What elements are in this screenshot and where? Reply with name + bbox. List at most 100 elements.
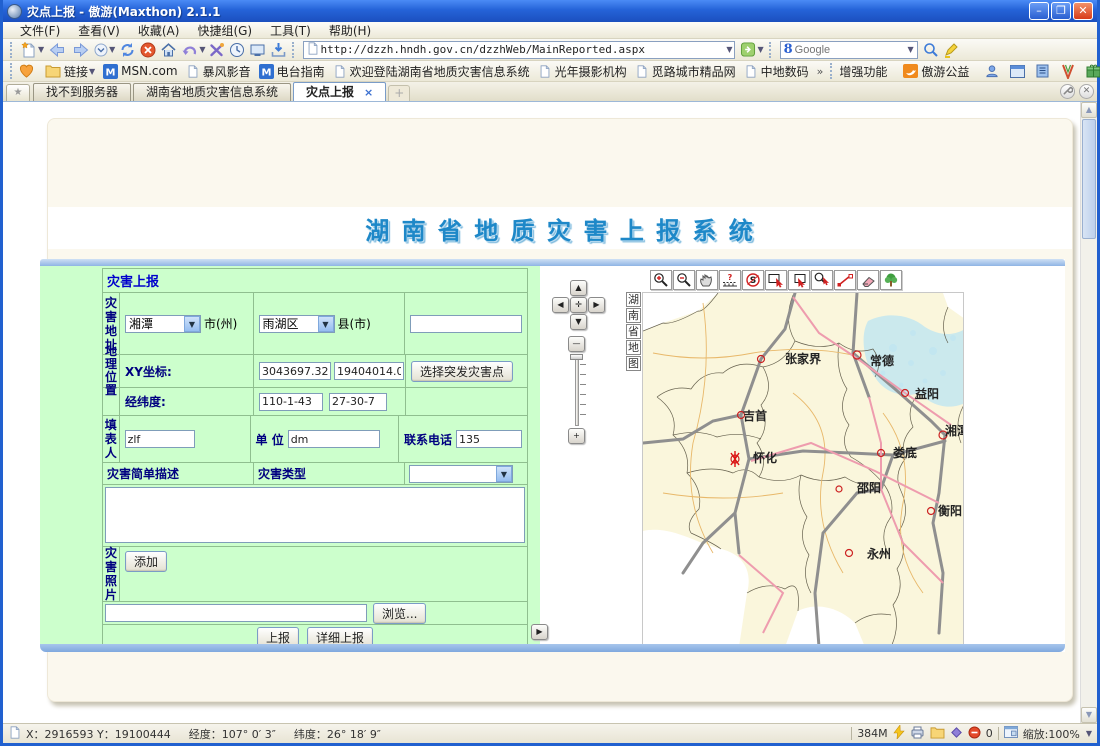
menu-item-4[interactable]: 工具(T) xyxy=(261,22,320,39)
link-item-5[interactable]: 觅路城市精品网 xyxy=(635,63,736,80)
zoom-slider-thumb[interactable] xyxy=(570,354,583,360)
printer-icon[interactable] xyxy=(910,726,925,742)
link-item-0[interactable]: MMSN.com xyxy=(103,64,177,79)
scroll-up-icon[interactable]: ▲ xyxy=(1081,102,1097,118)
y-coordinate-input[interactable] xyxy=(334,362,404,380)
address-detail-input[interactable] xyxy=(410,315,522,333)
go-button[interactable]: ▼ xyxy=(738,40,765,60)
minimize-button[interactable]: – xyxy=(1029,2,1049,20)
link-item-3[interactable]: 欢迎登陆湖南省地质灾害信息系统 xyxy=(333,63,530,80)
photo-file-input[interactable] xyxy=(105,604,367,622)
tab-tools-button[interactable] xyxy=(1060,84,1075,99)
add-photo-button[interactable]: 添加 xyxy=(125,551,167,572)
user-plugin-icon[interactable] xyxy=(985,64,1002,79)
enhance-features-button[interactable]: 增强功能 xyxy=(839,63,887,80)
scrollbar-thumb[interactable] xyxy=(1082,119,1096,239)
map-zoom-out-button[interactable] xyxy=(673,270,695,290)
adblock-icon[interactable] xyxy=(950,726,963,742)
new-tab-button[interactable]: + xyxy=(388,85,410,101)
map-clear-selection-button[interactable]: S xyxy=(742,270,764,290)
tab-1[interactable]: 湖南省地质灾害信息系统 xyxy=(133,83,291,101)
favorites-tab-button[interactable]: ★ xyxy=(6,84,30,101)
map-select-rect-button[interactable] xyxy=(765,270,787,290)
ad-filter-button[interactable] xyxy=(207,40,227,60)
browse-button[interactable]: 浏览... xyxy=(373,603,426,624)
pan-up-button[interactable]: ▲ xyxy=(570,280,587,296)
maximize-button[interactable]: ❐ xyxy=(1051,2,1071,20)
map-zoom-in-button[interactable] xyxy=(650,270,672,290)
reporter-name-input[interactable] xyxy=(125,430,195,448)
window-mode-icon[interactable] xyxy=(1004,726,1018,741)
menu-item-1[interactable]: 查看(V) xyxy=(69,22,129,39)
disaster-type-select[interactable]: ▼ xyxy=(409,465,513,483)
collapse-form-button[interactable]: ▶ xyxy=(531,624,548,640)
menu-item-2[interactable]: 收藏(A) xyxy=(129,22,189,39)
link-item-4[interactable]: 光年摄影机构 xyxy=(538,63,627,80)
address-input[interactable] xyxy=(320,43,725,56)
home-button[interactable] xyxy=(158,40,179,60)
zoom-in-step-button[interactable]: + xyxy=(568,428,585,444)
highlight-button[interactable] xyxy=(941,40,961,60)
unit-input[interactable] xyxy=(288,430,380,448)
city-select[interactable]: 湘潭▼ xyxy=(125,315,201,333)
map-measure-button[interactable]: ? xyxy=(719,270,741,290)
zoom-dropdown-icon[interactable]: ▼ xyxy=(1086,729,1092,738)
tab-2[interactable]: 灾点上报× xyxy=(293,82,386,101)
map-canvas[interactable]: 张家界常德益阳湘潭吉首娄底怀化邵阳衡阳永州 xyxy=(642,292,964,646)
map-layers-button[interactable] xyxy=(880,270,902,290)
forward-button[interactable] xyxy=(69,40,92,60)
address-dropdown-icon[interactable]: ▼ xyxy=(726,45,732,54)
zoom-out-step-button[interactable]: — xyxy=(568,336,585,352)
favorites-heart-button[interactable] xyxy=(19,64,37,78)
pick-disaster-point-button[interactable]: 选择突发灾害点 xyxy=(411,361,513,382)
links-folder-button[interactable]: 链接▼ xyxy=(45,63,95,80)
map-identify-button[interactable] xyxy=(811,270,833,290)
description-textarea[interactable] xyxy=(105,487,525,543)
scroll-down-icon[interactable]: ▼ xyxy=(1081,707,1097,723)
link-item-2[interactable]: M电台指南 xyxy=(259,63,325,80)
link-item-1[interactable]: 暴风影音 xyxy=(186,63,251,80)
x-coordinate-input[interactable] xyxy=(259,362,331,380)
pan-center-button[interactable]: ✛ xyxy=(570,297,587,313)
tab-0[interactable]: 找不到服务器 xyxy=(33,83,131,101)
back-button[interactable] xyxy=(46,40,69,60)
phone-input[interactable] xyxy=(456,430,522,448)
pan-right-button[interactable]: ▶ xyxy=(588,297,605,313)
more-dropdown-button[interactable]: ▼ xyxy=(92,40,117,60)
map-pan-button[interactable] xyxy=(696,270,718,290)
undo-button[interactable]: ▼ xyxy=(179,40,207,60)
screen-capture-button[interactable] xyxy=(247,40,268,60)
gift-plugin-icon[interactable] xyxy=(1086,64,1100,78)
search-input[interactable] xyxy=(795,44,907,56)
map-draw-line-button[interactable] xyxy=(834,270,856,290)
refresh-button[interactable] xyxy=(117,40,138,60)
tab-close-icon[interactable]: × xyxy=(364,84,373,101)
county-select[interactable]: 雨湖区▼ xyxy=(259,315,335,333)
search-bar[interactable]: 8 ▼ xyxy=(780,41,918,59)
stop-button[interactable] xyxy=(138,40,158,60)
zoom-slider-track[interactable] xyxy=(575,354,579,426)
pan-left-button[interactable]: ◀ xyxy=(552,297,569,313)
map-eraser-button[interactable] xyxy=(857,270,879,290)
zoom-label[interactable]: 缩放:100% xyxy=(1023,726,1080,742)
search-button[interactable] xyxy=(921,40,941,60)
folder-icon[interactable] xyxy=(930,726,945,742)
search-dropdown-icon[interactable]: ▼ xyxy=(907,45,913,54)
history-button[interactable] xyxy=(227,40,247,60)
blocked-popup-icon[interactable] xyxy=(968,726,981,742)
map-unselect-rect-button[interactable] xyxy=(788,270,810,290)
notes-plugin-icon[interactable] xyxy=(1036,64,1053,78)
search-engine-icon[interactable]: 8 xyxy=(784,42,793,57)
links-overflow-button[interactable]: » xyxy=(817,65,824,78)
latitude-input[interactable] xyxy=(329,393,387,411)
menu-item-3[interactable]: 快捷组(G) xyxy=(188,22,261,39)
download-button[interactable] xyxy=(268,40,289,60)
boost-icon[interactable] xyxy=(893,725,905,742)
longitude-input[interactable] xyxy=(259,393,323,411)
maxthon-charity-button[interactable]: 傲游公益 xyxy=(903,63,969,80)
close-button[interactable]: ✕ xyxy=(1073,2,1093,20)
address-bar[interactable]: ▼ xyxy=(303,41,735,59)
menu-item-0[interactable]: 文件(F) xyxy=(11,22,69,39)
window-plugin-icon[interactable] xyxy=(1010,65,1028,78)
link-item-6[interactable]: 中地数码 xyxy=(744,63,809,80)
